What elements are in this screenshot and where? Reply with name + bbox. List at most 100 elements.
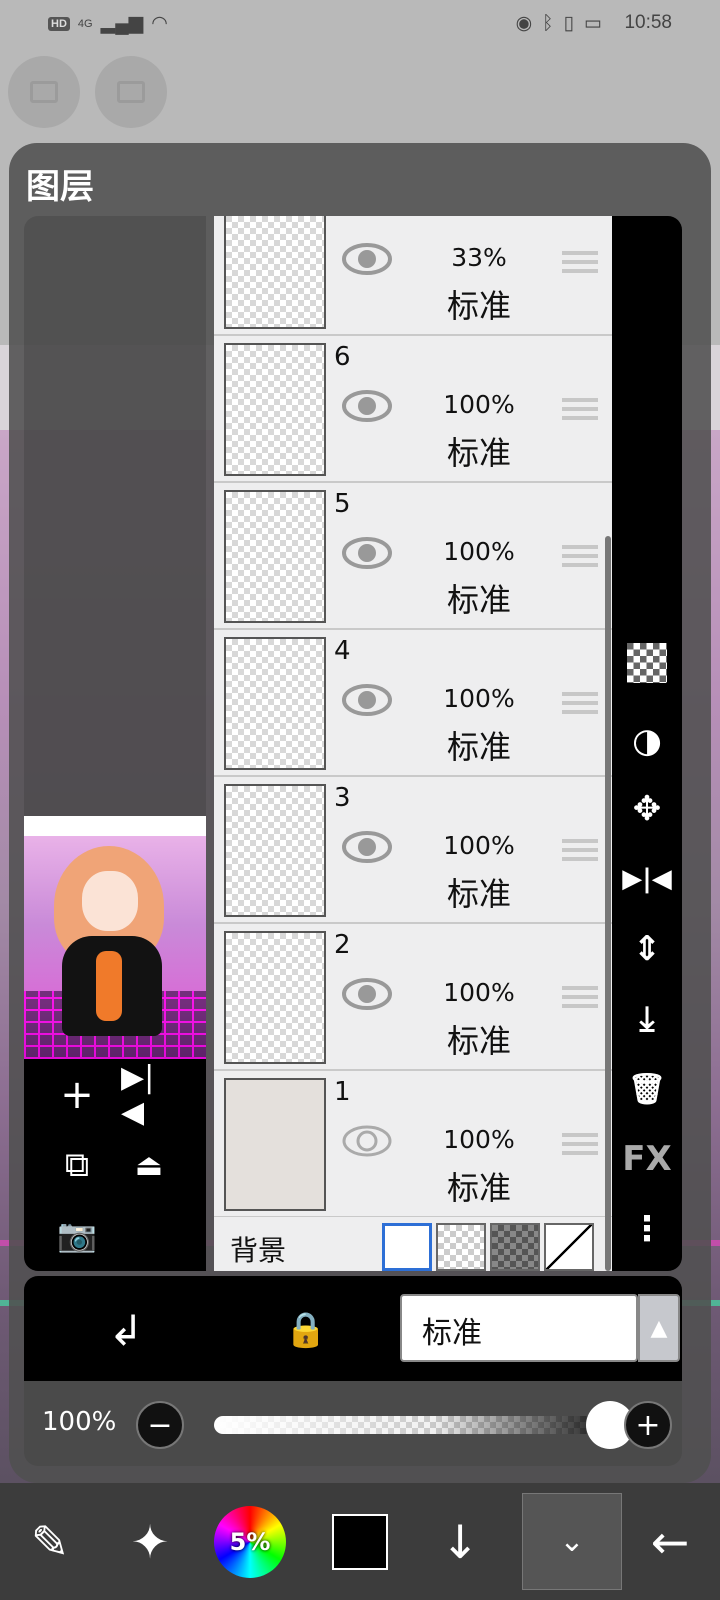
layer-blend-mode: 标准: [446, 287, 511, 325]
duplicate-layer-button[interactable]: ⧉: [49, 1137, 105, 1193]
eye-icon[interactable]: [342, 535, 392, 571]
bg-white-swatch[interactable]: [382, 1223, 432, 1271]
half-circle-icon: ◑: [632, 721, 662, 761]
flip-vertical-button[interactable]: ⏏: [121, 1137, 177, 1193]
layer-opacity: 100%: [443, 684, 515, 713]
camera-icon: 📷: [57, 1216, 97, 1254]
move-button[interactable]: ✥: [620, 782, 674, 836]
layer-blend-mode: 标准: [446, 1022, 511, 1060]
chevron-up-icon[interactable]: ▲: [638, 1294, 680, 1362]
layer-opacity: 100%: [443, 831, 515, 860]
flip-horizontal-icon: ▶|◀: [121, 1060, 155, 1130]
blend-mode-bar: ↲ 🔒 标准 ▲: [24, 1276, 682, 1381]
clock: 10:58: [624, 12, 672, 33]
layer-row[interactable]: 6 100% 标准: [214, 336, 612, 483]
drag-handle-icon[interactable]: [562, 692, 598, 719]
opacity-slider-row: 100% − +: [24, 1381, 682, 1466]
bg-transparent-light-swatch[interactable]: [436, 1223, 486, 1271]
eye-icon[interactable]: [342, 1123, 392, 1159]
layer-blend-mode: 标准: [446, 1169, 511, 1207]
layer-action-strip: ◑ ✥ ▶|◀ ⇕ ⤓ 🗑 FX ⋮: [612, 216, 682, 1271]
wifi-icon: ◠: [151, 13, 168, 34]
duplicate-icon: ⧉: [64, 1145, 90, 1185]
delete-layer-button[interactable]: 🗑: [620, 1062, 674, 1116]
layer-panel: 图层 + ▶|◀ ⧉ ⏏ 📷 7 33% 标准 6 100% 标准: [9, 143, 711, 1483]
background-row: 背景: [214, 1217, 612, 1271]
layer-tools: + ▶|◀ ⧉ ⏏ 📷: [24, 1059, 206, 1271]
vibrate-icon: ▯: [563, 13, 575, 34]
color-picker-button[interactable]: 5%: [200, 1493, 300, 1590]
eye-icon[interactable]: [342, 829, 392, 865]
layer-blend-mode: 标准: [446, 581, 511, 619]
transparency-button[interactable]: [620, 636, 674, 690]
opacity-slider[interactable]: [214, 1416, 614, 1434]
current-color-button[interactable]: [310, 1493, 410, 1590]
menu-button[interactable]: [8, 56, 80, 128]
add-layer-button[interactable]: +: [49, 1067, 105, 1123]
camera-button[interactable]: 📷: [49, 1207, 105, 1263]
signal-icon: ▂▄▆: [100, 13, 144, 34]
fx-label: FX: [622, 1139, 672, 1179]
layer-thumbnail: [224, 216, 326, 329]
flip-layer-horizontal-button[interactable]: ▶|◀: [620, 852, 674, 906]
bg-none-swatch[interactable]: [544, 1223, 594, 1271]
layer-number: 7: [334, 216, 351, 223]
layers-panel-button[interactable]: ⌄: [522, 1493, 622, 1590]
layer-row[interactable]: 2 100% 标准: [214, 924, 612, 1071]
layer-down-button[interactable]: ↓: [410, 1493, 510, 1590]
opacity-value: 100%: [42, 1407, 117, 1437]
eye-icon[interactable]: [342, 976, 392, 1012]
canvas-thumbnail[interactable]: [24, 816, 206, 1059]
move-icon: ✥: [632, 789, 662, 829]
flip-horizontal-button[interactable]: ▶|◀: [121, 1060, 177, 1130]
layer-number: 6: [334, 342, 351, 372]
bg-transparent-dark-swatch[interactable]: [490, 1223, 540, 1271]
eye-icon[interactable]: [342, 388, 392, 424]
opacity-increase-button[interactable]: +: [624, 1401, 672, 1449]
fx-button[interactable]: FX: [620, 1132, 674, 1186]
alpha-lock-icon: 🔒: [284, 1310, 328, 1350]
layer-row[interactable]: 5 100% 标准: [214, 483, 612, 630]
layer-thumbnail: [224, 343, 326, 476]
layer-number: 4: [334, 636, 351, 666]
opacity-decrease-button[interactable]: −: [136, 1401, 184, 1449]
layer-row[interactable]: 1 100% 标准: [214, 1071, 612, 1218]
magic-wand-button[interactable]: ✦: [100, 1493, 200, 1590]
merge-down-button[interactable]: ⤓: [620, 992, 674, 1046]
hd-badge: HD: [48, 16, 70, 31]
eye-icon[interactable]: [342, 241, 392, 277]
drag-handle-icon[interactable]: [562, 398, 598, 425]
layer-thumbnail: [224, 931, 326, 1064]
brush-eraser-toggle[interactable]: ✎: [0, 1493, 100, 1590]
layer-blend-mode: 标准: [446, 875, 511, 913]
arrow-down-icon: ↓: [440, 1514, 480, 1569]
drag-handle-icon[interactable]: [562, 251, 598, 278]
drag-handle-icon[interactable]: [562, 986, 598, 1013]
drag-handle-icon[interactable]: [562, 839, 598, 866]
layer-list-scrollbar[interactable]: [605, 536, 611, 1271]
network-type-label: 4G: [77, 17, 93, 30]
flip-vertical-icon: ⏏: [134, 1147, 164, 1183]
layer-row[interactable]: 4 100% 标准: [214, 630, 612, 777]
layers-icon: [117, 81, 145, 103]
drag-handle-icon[interactable]: [562, 545, 598, 572]
layer-opacity: 100%: [443, 978, 515, 1007]
drag-handle-icon[interactable]: [562, 1133, 598, 1160]
layer-menu-button[interactable]: [95, 56, 167, 128]
layer-opacity: 100%: [443, 537, 515, 566]
layer-row[interactable]: 7 33% 标准: [214, 216, 612, 336]
alpha-lock-button[interactable]: 🔒: [276, 1300, 336, 1360]
clipping-button[interactable]: ◑: [620, 714, 674, 768]
flip-layer-vertical-button[interactable]: ⇕: [620, 922, 674, 976]
background-label: 背景: [230, 1234, 287, 1267]
more-options-button[interactable]: ⋮: [620, 1202, 674, 1256]
layer-number: 2: [334, 930, 351, 960]
back-button[interactable]: ←: [620, 1493, 720, 1590]
layer-row[interactable]: 3 100% 标准: [214, 777, 612, 924]
flip-vertical-icon: ⇕: [632, 929, 662, 969]
layer-list[interactable]: 7 33% 标准 6 100% 标准 5 100% 标准 4 100%: [214, 216, 612, 1271]
eye-icon[interactable]: [342, 682, 392, 718]
blend-mode-select[interactable]: 标准: [400, 1294, 638, 1362]
current-color-swatch: [332, 1513, 388, 1570]
clip-to-below-button[interactable]: ↲: [96, 1300, 156, 1360]
